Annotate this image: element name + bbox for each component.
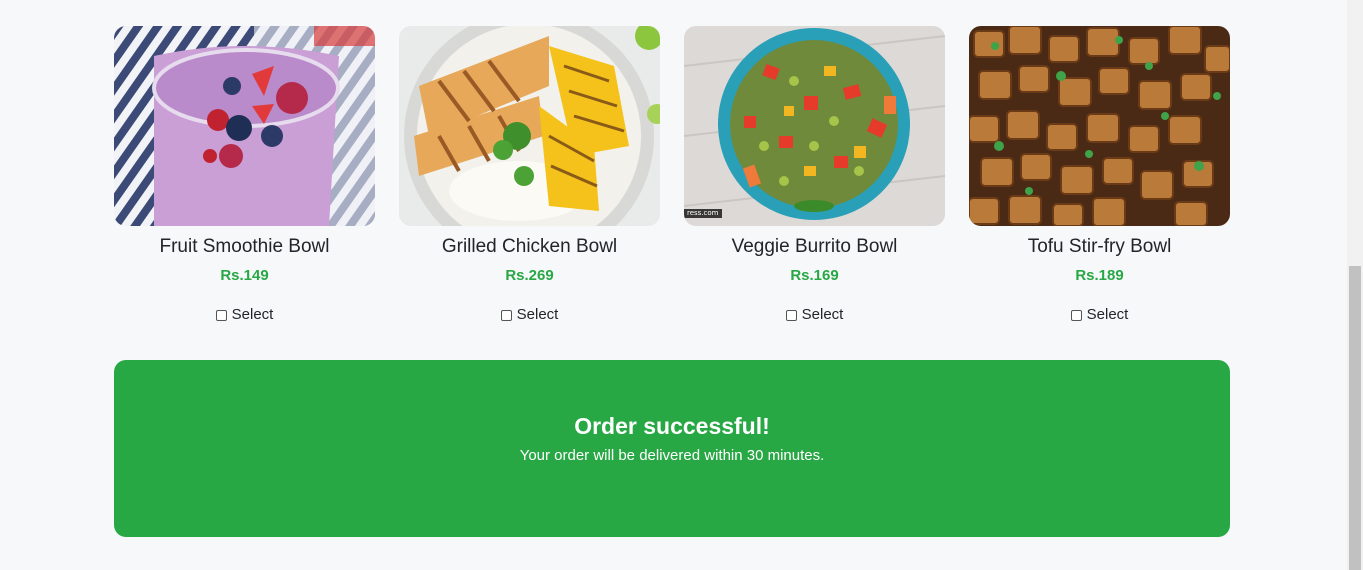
item-name: Grilled Chicken Bowl <box>441 236 618 257</box>
select-label: Select <box>516 306 559 323</box>
select-checkbox[interactable] <box>215 309 227 321</box>
select-label: Select <box>801 306 844 323</box>
select-checkbox-row[interactable]: Select <box>684 306 945 324</box>
order-success-title: Order successful! <box>574 413 770 439</box>
fruit-smoothie-image <box>114 26 375 226</box>
select-checkbox[interactable] <box>500 309 512 321</box>
menu-card: Fruit Smoothie Bowl Rs.149 Select <box>114 26 375 324</box>
page-scrollbar[interactable] <box>1347 0 1363 570</box>
grilled-chicken-image <box>399 26 660 226</box>
item-price: Rs.169 <box>790 267 839 284</box>
fruit-smoothie-photo-icon <box>114 26 375 226</box>
tofu-stirfry-image <box>969 26 1230 226</box>
select-checkbox[interactable] <box>785 309 797 321</box>
menu-card: Grilled Chicken Bowl Rs.269 Select <box>399 26 660 324</box>
order-success-message: Your order will be delivered within 30 m… <box>519 447 825 464</box>
select-label: Select <box>1086 306 1129 323</box>
item-name: Tofu Stir-fry Bowl <box>1027 236 1172 257</box>
select-checkbox-row[interactable]: Select <box>969 306 1230 324</box>
item-price: Rs.189 <box>1075 267 1124 284</box>
menu-card: ress.com Veggie Burrito Bowl Rs.169 Sele… <box>684 26 945 324</box>
item-price: Rs.149 <box>220 267 269 284</box>
select-checkbox-row[interactable]: Select <box>114 306 375 324</box>
select-checkbox-row[interactable]: Select <box>399 306 660 324</box>
item-name: Veggie Burrito Bowl <box>731 236 898 257</box>
scrollbar-thumb[interactable] <box>1349 266 1361 570</box>
veggie-burrito-image: ress.com <box>684 26 945 226</box>
image-watermark: ress.com <box>684 209 722 218</box>
tofu-stirfry-photo-icon <box>969 26 1230 226</box>
menu-grid: Fruit Smoothie Bowl Rs.149 Select Grille… <box>114 26 1230 324</box>
item-price: Rs.269 <box>505 267 554 284</box>
item-name: Fruit Smoothie Bowl <box>159 236 330 257</box>
select-checkbox[interactable] <box>1070 309 1082 321</box>
select-label: Select <box>231 306 274 323</box>
menu-card: Tofu Stir-fry Bowl Rs.189 Select <box>969 26 1230 324</box>
order-success-banner: Order successful! Your order will be del… <box>114 360 1230 537</box>
page: Fruit Smoothie Bowl Rs.149 Select Grille… <box>0 0 1347 570</box>
grilled-chicken-photo-icon <box>399 26 660 226</box>
veggie-burrito-photo-icon <box>684 26 945 226</box>
